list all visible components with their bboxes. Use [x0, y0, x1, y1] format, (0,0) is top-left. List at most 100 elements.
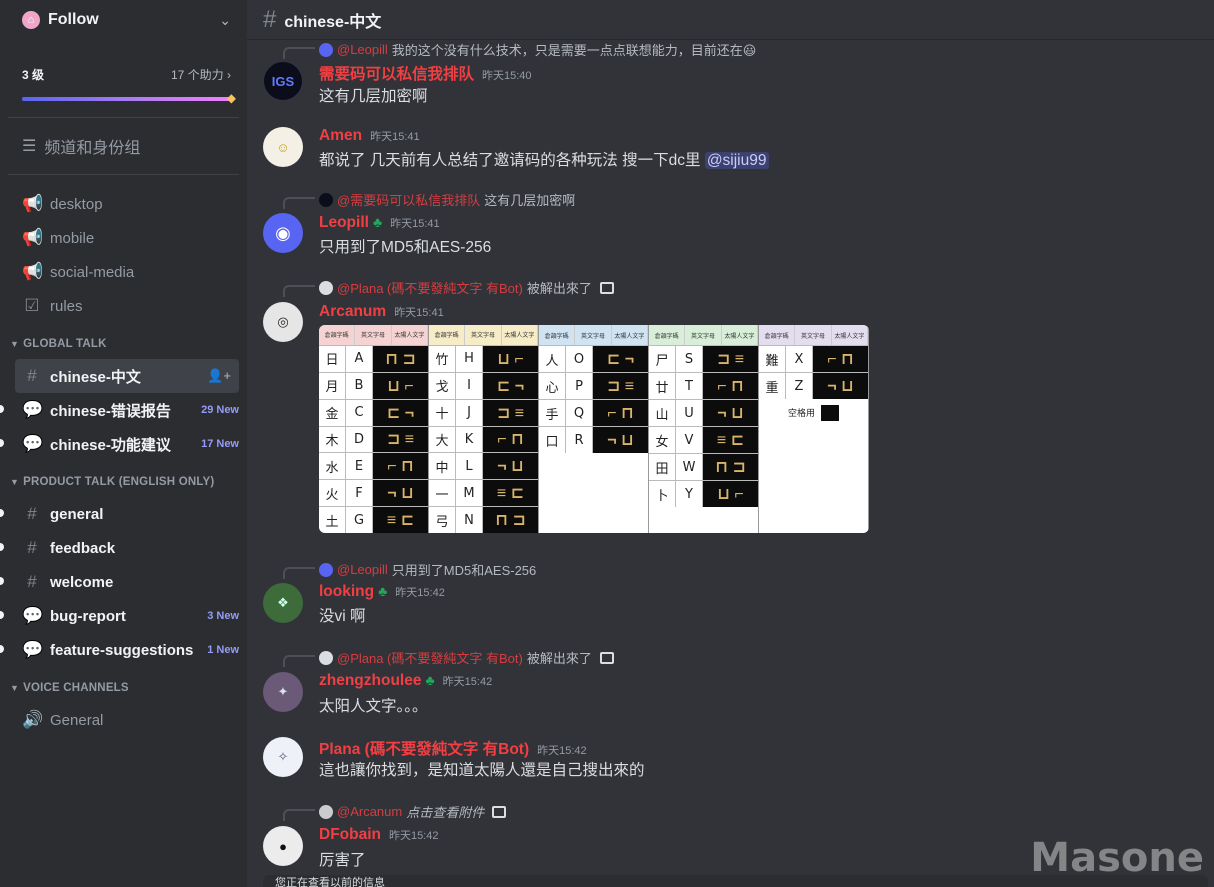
- discord-avatar-icon[interactable]: ◉: [263, 213, 303, 253]
- message[interactable]: @需要码可以私信我排队 这有几层加密啊 ◉ Leopill ♣ 昨天15:41 只用到…: [247, 190, 1214, 260]
- username[interactable]: Amen 昨天15:41: [319, 127, 420, 145]
- cangjie-char: 戈: [429, 372, 456, 399]
- channel-label: desktop: [50, 195, 103, 213]
- boost-progress[interactable]: 3 级 17 个助力 › ◆: [0, 40, 247, 105]
- sun-script-glyph: ¬ ⊔: [373, 480, 428, 507]
- sun-script-glyph: ⌐ ⊓: [373, 453, 428, 480]
- username-label: Arcanum: [319, 303, 387, 320]
- sun-script-glyph: ≡ ⊏: [703, 427, 758, 453]
- cangjie-char: 木: [319, 426, 346, 453]
- message[interactable]: @Leopill 只用到了MD5和AES-256 ❖ looking ♣ 昨天15:4…: [247, 560, 1214, 630]
- channels-and-roles[interactable]: ☰ 频道和身份组: [0, 126, 247, 166]
- cipher-row: 女 V ≡ ⊏: [649, 426, 758, 453]
- latin-letter: F: [346, 480, 373, 507]
- channel-social-media[interactable]: 📢 social-media: [0, 255, 247, 289]
- voice-channel-general[interactable]: 🔊 General: [0, 703, 247, 737]
- username[interactable]: Leopill ♣ 昨天15:41: [319, 214, 440, 232]
- latin-letter: L: [456, 453, 483, 480]
- cipher-row: 田 W ⊓ ⊐: [649, 453, 758, 480]
- reply-preview[interactable]: @Plana (碼不要發純文字 有Bot) 被解出來了: [319, 648, 614, 667]
- avatar[interactable]: ✧: [263, 737, 303, 777]
- space-glyph-row: 空格用: [759, 399, 868, 426]
- username[interactable]: Plana (碼不要發純文字 有Bot) 昨天15:42: [319, 737, 587, 759]
- avatar[interactable]: ❖: [263, 583, 303, 623]
- username-label: Leopill: [319, 214, 369, 231]
- server-name-label: Follow: [48, 11, 99, 28]
- avatar[interactable]: ◎: [263, 302, 303, 342]
- chevron-down-icon: ▼: [10, 477, 20, 487]
- channel-rules[interactable]: ☑ rules: [0, 289, 247, 323]
- image-attachment[interactable]: 倉頡字碼 英文字母 太陽人文字日 A ⊓ ⊐ 月 B ⊔ ⌐ 金 C ⊏ ¬ 木 D ⊐ ≡ 水 E ⌐ ⊓ 火 F…: [319, 325, 869, 533]
- cipher-row: 卜 Y ⊔ ⌐: [649, 480, 758, 507]
- latin-letter: W: [676, 454, 703, 480]
- server-header[interactable]: ⌂ Follow ⌄: [0, 0, 247, 40]
- viewing-older-messages-bar[interactable]: 您正在查看以前的信息: [263, 875, 1208, 887]
- reply-avatar: [319, 650, 333, 665]
- avatar[interactable]: ●: [263, 826, 303, 866]
- speaker-icon: 🔊: [22, 710, 44, 729]
- new-badge: 3 New: [207, 610, 239, 622]
- bottom-notice: 您正在查看以前的信息: [275, 877, 385, 887]
- cangjie-char: 大: [429, 426, 456, 453]
- sun-script-glyph: ¬ ⊔: [483, 453, 538, 480]
- reply-user: @Leopill: [337, 42, 388, 57]
- channel-bug-report[interactable]: 💬 bug-report 3 New: [0, 599, 247, 633]
- channel-desktop[interactable]: 📢 desktop: [0, 187, 247, 221]
- category-voice-channels[interactable]: ▼ VOICE CHANNELS: [0, 673, 247, 703]
- username[interactable]: 需要码可以私信我排队 昨天15:40: [319, 62, 532, 84]
- username[interactable]: looking ♣ 昨天15:42: [319, 583, 445, 601]
- cipher-block: 倉頡字碼 英文字母 太陽人文字難 X ⌐ ⊓ 重 Z ¬ ⊔ 空格用: [759, 325, 869, 533]
- message[interactable]: ✧ Plana (碼不要發純文字 有Bot) 昨天15:42 這也讓你找到，是知道…: [247, 736, 1214, 786]
- category-global-talk[interactable]: ▼ GLOBAL TALK: [0, 329, 247, 359]
- channel-feature-suggestions[interactable]: 💬 feature-suggestions 1 New: [0, 633, 247, 667]
- boost-level: 3 级: [22, 68, 45, 82]
- username[interactable]: DFobain 昨天15:42: [319, 826, 439, 844]
- avatar[interactable]: ✦: [263, 672, 303, 712]
- cipher-header-cell: 太陽人文字: [722, 325, 758, 345]
- cipher-block-header: 倉頡字碼 英文字母 太陽人文字: [759, 325, 868, 345]
- cangjie-char: 十: [429, 399, 456, 426]
- reply-preview[interactable]: @Leopill 只用到了MD5和AES-256: [319, 560, 536, 579]
- channel-chinese-suggestions[interactable]: 💬 chinese-功能建议 17 New: [0, 427, 247, 461]
- message[interactable]: ☺ Amen 昨天15:41 都说了 几天前有人总结了邀请码的各种玩法 搜一下dc…: [247, 126, 1214, 176]
- user-mention[interactable]: @sijiu99: [704, 152, 769, 169]
- sun-script-glyph: ⌐ ⊓: [483, 426, 538, 453]
- reply-preview[interactable]: @Plana (碼不要發純文字 有Bot) 被解出來了: [319, 278, 614, 297]
- username[interactable]: Arcanum 昨天15:41: [319, 303, 444, 321]
- cangjie-char: 火: [319, 480, 346, 507]
- latin-letter: U: [676, 400, 703, 426]
- cipher-row: 山 U ¬ ⊔: [649, 399, 758, 426]
- cangjie-char: 廿: [649, 373, 676, 399]
- avatar[interactable]: ☺: [263, 127, 303, 167]
- channel-general[interactable]: # general: [0, 497, 247, 531]
- new-badge: 1 New: [207, 644, 239, 656]
- category-product-talk[interactable]: ▼ PRODUCT TALK (ENGLISH ONLY): [0, 467, 247, 497]
- cipher-row: 土 G ≡ ⊏: [319, 506, 428, 533]
- channel-label: chinese-中文: [50, 368, 141, 386]
- latin-letter: E: [346, 453, 373, 480]
- sun-script-glyph: ⊔ ⌐: [373, 372, 428, 399]
- message[interactable]: @Plana (碼不要發純文字 有Bot) 被解出來了 ✦ zhengzhoule…: [247, 648, 1214, 718]
- latin-letter: V: [676, 427, 703, 453]
- cangjie-char: 人: [539, 346, 566, 372]
- latin-letter: A: [346, 345, 373, 372]
- sun-script-glyph: ⌐ ⊓: [813, 346, 868, 372]
- reply-preview[interactable]: @需要码可以私信我排队 这有几层加密啊: [319, 190, 575, 209]
- channel-chinese-bugs[interactable]: 💬 chinese-错误报告 29 New: [0, 393, 247, 427]
- reply-preview[interactable]: @Leopill 我的这个没有什么技术，只是需要一点点联想能力，目前还在😃: [319, 40, 756, 59]
- channel-welcome[interactable]: # welcome: [0, 565, 247, 599]
- add-member-icon[interactable]: 👤+: [207, 368, 231, 384]
- message[interactable]: @Leopill 我的这个没有什么技术，只是需要一点点联想能力，目前还在😃 IGS…: [247, 40, 1214, 110]
- reply-line: [283, 285, 315, 297]
- username[interactable]: zhengzhoulee ♣ 昨天15:42: [319, 672, 492, 690]
- sun-script-glyph: ⊏ ¬: [373, 399, 428, 426]
- avatar[interactable]: IGS: [263, 61, 303, 101]
- divider: [8, 117, 239, 118]
- username-label: zhengzhoulee: [319, 672, 422, 689]
- channel-mobile[interactable]: 📢 mobile: [0, 221, 247, 255]
- cipher-row: 木 D ⊐ ≡: [319, 425, 428, 453]
- reply-preview[interactable]: @Arcanum 点击查看附件: [319, 802, 507, 821]
- channel-feedback[interactable]: # feedback: [0, 531, 247, 565]
- channel-chinese[interactable]: # chinese-中文 👤+: [15, 359, 239, 393]
- chevron-down-icon[interactable]: ⌄: [219, 12, 231, 29]
